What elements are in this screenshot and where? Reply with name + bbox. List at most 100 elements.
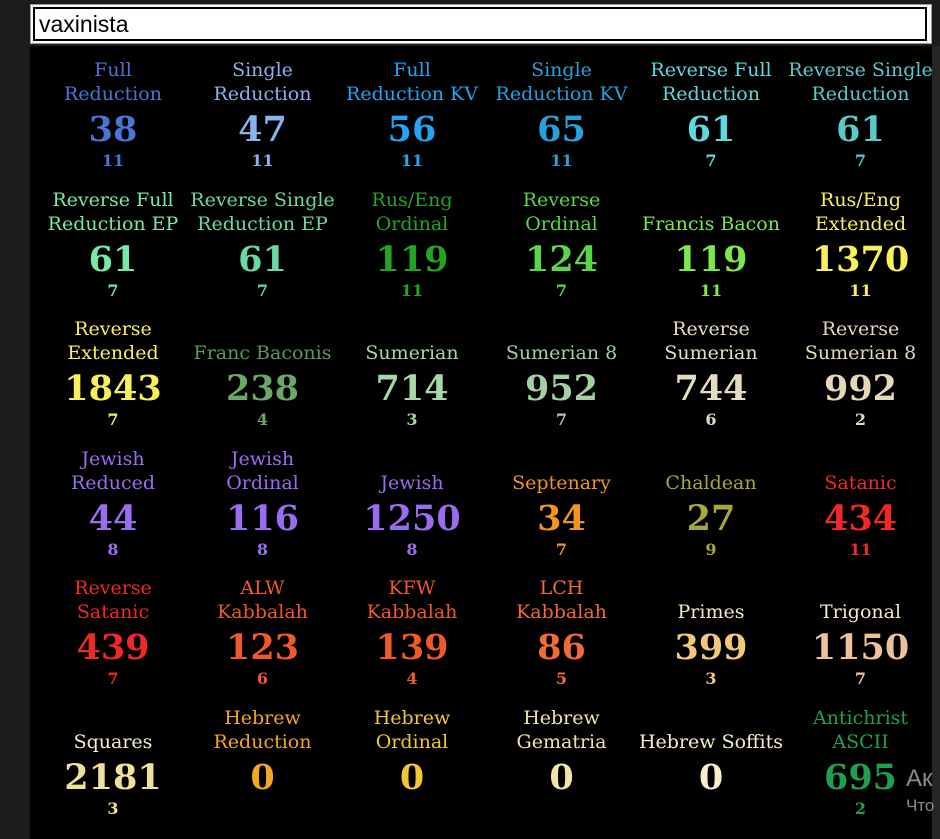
- cipher-value: 65: [537, 109, 586, 150]
- cipher-cell[interactable]: Franc Baconis 238 4: [188, 305, 338, 433]
- cipher-value: 0: [250, 756, 275, 798]
- cipher-cell[interactable]: Hebrew Ordinal 0: [337, 694, 487, 822]
- cipher-name: Single Reduction: [213, 59, 312, 105]
- cipher-cell[interactable]: Sumerian 714 3: [337, 305, 487, 433]
- cipher-value: 744: [674, 368, 748, 409]
- cipher-name: Primes: [677, 601, 745, 623]
- cipher-reduction: 11: [849, 539, 872, 559]
- cipher-cell[interactable]: Reverse Satanic 439 7: [38, 564, 188, 692]
- cipher-value: 439: [76, 627, 150, 668]
- cipher-value: 61: [686, 109, 736, 150]
- cipher-reduction: 7: [256, 280, 269, 300]
- cipher-cell[interactable]: Septenary 34 7: [487, 435, 637, 563]
- cipher-cell[interactable]: KFW Kabbalah 139 4: [337, 564, 487, 692]
- cipher-value: 139: [375, 627, 449, 668]
- cipher-cell[interactable]: Single Reduction 47 11: [188, 46, 338, 174]
- cipher-name: Chaldean: [665, 471, 757, 494]
- cipher-reduction: 3: [705, 669, 717, 688]
- cipher-name: Trigonal: [819, 601, 902, 623]
- cipher-name: Reverse Full Reduction EP: [47, 188, 179, 235]
- cipher-cell[interactable]: Rus/Eng Extended 1370 11: [786, 176, 933, 304]
- cipher-cell[interactable]: ALW Kabbalah 123 6: [188, 564, 338, 692]
- cipher-name: Reverse Extended: [67, 318, 159, 364]
- cipher-reduction: 7: [107, 410, 119, 429]
- cipher-name: Reverse Full Reduction: [650, 59, 772, 105]
- cipher-cell[interactable]: Full Reduction KV 56 11: [337, 46, 487, 174]
- cipher-name: Reverse Single Reduction EP: [190, 188, 335, 235]
- cipher-cell[interactable]: LCH Kabbalah 86 5: [487, 564, 637, 692]
- cipher-cell[interactable]: Hebrew Soffits 0: [636, 694, 786, 822]
- cipher-value: 2181: [64, 756, 162, 798]
- cipher-cell[interactable]: Trigonal 1150 7: [786, 564, 933, 692]
- cipher-reduction: 2: [854, 410, 867, 429]
- cipher-value: 38: [88, 109, 138, 150]
- cipher-value: 86: [537, 627, 586, 668]
- cipher-reduction: 11: [101, 151, 125, 170]
- cipher-value: 0: [399, 756, 425, 798]
- cipher-cell[interactable]: Reverse Full Reduction 61 7: [636, 46, 786, 174]
- cipher-cell[interactable]: Hebrew Reduction 0: [188, 694, 338, 822]
- cipher-cell[interactable]: Jewish Reduced 44 8: [38, 435, 188, 563]
- overlay-subtitle: Что: [906, 796, 935, 815]
- cipher-cell[interactable]: Primes 399 3: [636, 564, 786, 692]
- cipher-value: 1150: [811, 627, 910, 668]
- cipher-reduction: 8: [406, 539, 418, 559]
- cipher-cell[interactable]: Reverse Single Reduction EP 61 7: [188, 176, 338, 304]
- cipher-cell[interactable]: Reverse Sumerian 744 6: [636, 305, 786, 433]
- cipher-value: 124: [524, 238, 599, 280]
- cipher-name: Rus/Eng Ordinal: [371, 188, 453, 235]
- cipher-cell[interactable]: Sumerian 8 952 7: [487, 305, 637, 433]
- cipher-reduction: 11: [849, 280, 872, 300]
- cipher-cell[interactable]: Squares 2181 3: [38, 694, 188, 822]
- cipher-name: Reverse Satanic: [74, 577, 152, 623]
- cipher-cell[interactable]: Hebrew Gematria 0: [487, 694, 637, 822]
- cipher-name: Hebrew Ordinal: [373, 706, 451, 753]
- cipher-name: Hebrew Soffits: [638, 730, 784, 753]
- cipher-cell[interactable]: Jewish 1250 8: [337, 435, 487, 563]
- cipher-reduction: 7: [107, 280, 119, 300]
- search-input[interactable]: [33, 7, 927, 41]
- cipher-name: Hebrew Gematria: [516, 706, 607, 753]
- cipher-name: Reverse Single Reduction: [788, 59, 932, 105]
- cipher-cell[interactable]: Reverse Sumerian 8 992 2: [786, 305, 933, 433]
- cipher-value: 61: [88, 238, 138, 280]
- cipher-reduction: 6: [705, 410, 717, 429]
- cipher-value: 56: [387, 109, 437, 150]
- cipher-name: Jewish: [380, 471, 444, 494]
- cipher-cell[interactable]: Full Reduction 38 11: [38, 46, 188, 174]
- cipher-cell[interactable]: Reverse Extended 1843 7: [38, 305, 188, 433]
- cipher-cell[interactable]: Reverse Full Reduction EP 61 7: [38, 176, 188, 304]
- cipher-reduction: 3: [406, 410, 418, 429]
- cipher-name: Sumerian: [365, 342, 459, 364]
- cipher-value: 34: [537, 497, 586, 539]
- cipher-name: Satanic: [824, 471, 897, 494]
- cipher-value: 1250: [363, 497, 461, 539]
- cipher-reduction: 8: [256, 539, 269, 559]
- cipher-reduction: 7: [854, 151, 867, 170]
- cipher-cell[interactable]: Rus/Eng Ordinal 119 11: [337, 176, 487, 304]
- cipher-name: KFW Kabbalah: [366, 577, 458, 623]
- cipher-reduction: 6: [256, 669, 269, 688]
- cipher-reduction: 11: [400, 280, 424, 300]
- cipher-name: Reverse Sumerian 8: [804, 318, 917, 364]
- cipher-name: Full Reduction KV: [346, 59, 478, 105]
- cipher-cell[interactable]: Reverse Single Reduction 61 7: [786, 46, 932, 174]
- cipher-cell[interactable]: Chaldean 27 9: [636, 435, 786, 563]
- cipher-reduction: 11: [251, 151, 274, 170]
- cipher-reduction: 7: [555, 539, 568, 559]
- cipher-cell[interactable]: Satanic 434 11: [786, 435, 933, 563]
- cipher-value: 47: [238, 109, 287, 150]
- cipher-reduction: 7: [555, 280, 568, 300]
- cipher-reduction: 7: [705, 151, 717, 170]
- cipher-cell[interactable]: Francis Bacon 119 11: [636, 176, 786, 304]
- cipher-cell[interactable]: Jewish Ordinal 116 8: [188, 435, 338, 563]
- cipher-cell[interactable]: Reverse Ordinal 124 7: [487, 176, 637, 304]
- cipher-cell[interactable]: Single Reduction KV 65 11: [487, 46, 637, 174]
- cipher-value: 714: [375, 368, 449, 409]
- cipher-value: 44: [88, 497, 138, 539]
- scrollbar-track[interactable]: [932, 46, 940, 839]
- cipher-value: 434: [823, 497, 898, 539]
- cipher-name: Full Reduction: [64, 59, 162, 105]
- cipher-value: 61: [238, 238, 287, 280]
- cipher-reduction: 7: [555, 410, 568, 429]
